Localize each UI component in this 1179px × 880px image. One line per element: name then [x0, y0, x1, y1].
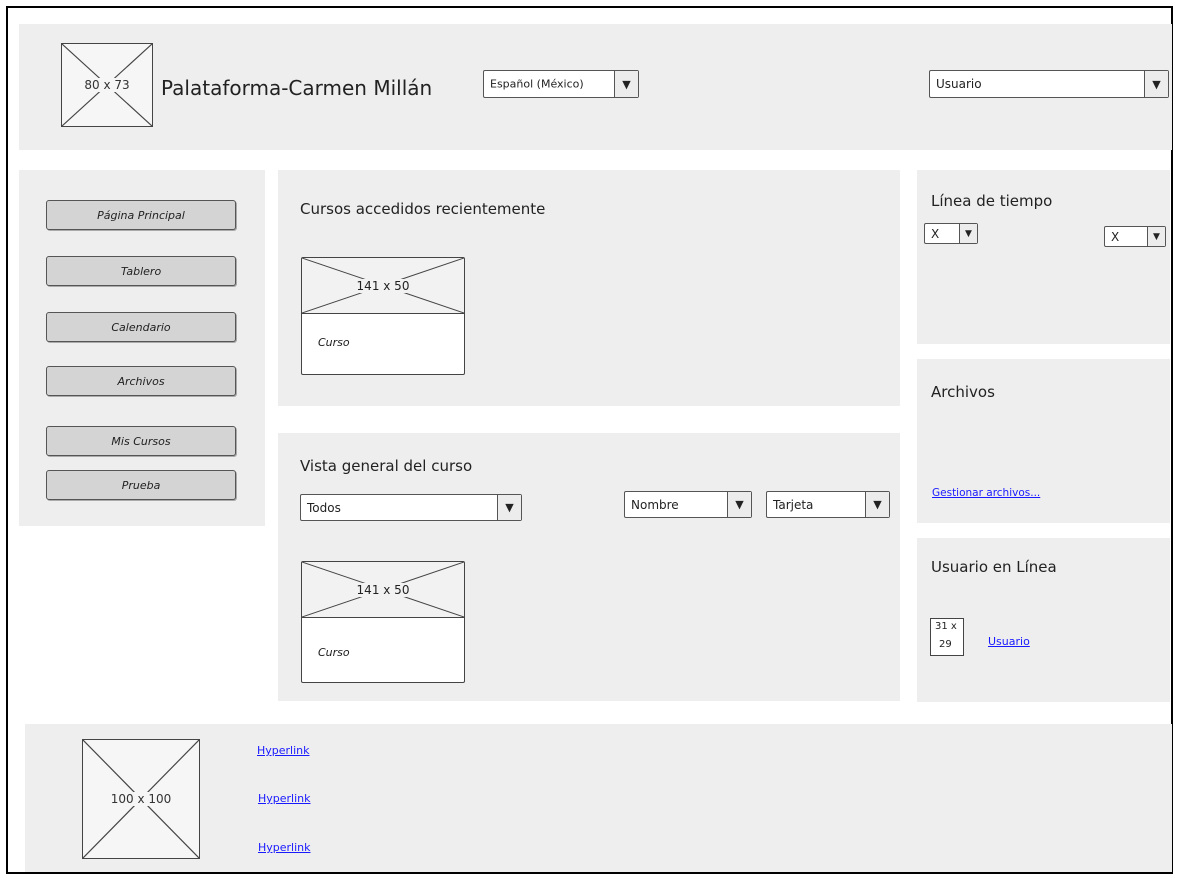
- avatar-size-label-line1: 31 x: [935, 621, 957, 632]
- footer-logo-size-label: 100 x 100: [108, 792, 174, 806]
- course-image-placeholder: 141 x 50: [302, 562, 464, 618]
- sidebar-item-my-courses[interactable]: Mis Cursos: [46, 426, 236, 456]
- recent-courses-panel: Cursos accedidos recientemente 141 x 50 …: [278, 170, 900, 406]
- chevron-down-icon: ▼: [1144, 71, 1168, 97]
- chevron-down-icon: ▼: [727, 492, 751, 517]
- footer-bar: 100 x 100 Hyperlink Hyperlink Hyperlink: [25, 724, 1172, 872]
- course-overview-heading: Vista general del curso: [300, 457, 473, 475]
- online-user-link[interactable]: Usuario: [988, 635, 1030, 648]
- header-bar: 80 x 73 Palataforma-Carmen Millán Españo…: [19, 24, 1172, 150]
- chevron-down-icon: ▼: [959, 224, 977, 243]
- course-card[interactable]: 141 x 50 Curso: [301, 257, 465, 375]
- manage-files-link[interactable]: Gestionar archivos...: [932, 487, 1040, 499]
- language-select[interactable]: Español (México) ▼: [483, 70, 639, 98]
- recent-courses-heading: Cursos accedidos recientemente: [300, 200, 546, 218]
- timeline-range-value: X: [931, 226, 940, 241]
- course-view-value: Tarjeta: [773, 497, 814, 512]
- timeline-sort-value: X: [1111, 229, 1120, 244]
- course-image-size-label: 141 x 50: [354, 278, 412, 293]
- language-select-value: Español (México): [490, 77, 584, 91]
- timeline-range-select[interactable]: X ▼: [924, 223, 978, 244]
- sidebar-item-files[interactable]: Archivos: [46, 366, 236, 396]
- site-title: Palataforma-Carmen Millán: [161, 76, 433, 100]
- course-card-title: Curso: [318, 646, 350, 659]
- course-card[interactable]: 141 x 50 Curso: [301, 561, 465, 683]
- course-image-size-label: 141 x 50: [354, 582, 412, 597]
- sidebar: Página Principal Tablero Calendario Arch…: [19, 170, 265, 526]
- timeline-sort-select[interactable]: X ▼: [1104, 226, 1166, 247]
- sidebar-item-test[interactable]: Prueba: [46, 470, 236, 500]
- files-panel: Archivos Gestionar archivos...: [917, 359, 1170, 523]
- chevron-down-icon: ▼: [614, 71, 638, 97]
- online-users-panel: Usuario en Línea 31 x 29 Usuario: [917, 538, 1170, 702]
- course-view-select[interactable]: Tarjeta ▼: [766, 491, 890, 518]
- sidebar-item-calendar[interactable]: Calendario: [46, 312, 236, 342]
- footer-link-2[interactable]: Hyperlink: [258, 792, 311, 805]
- user-select-value: Usuario: [936, 77, 982, 91]
- user-avatar-placeholder: 31 x 29: [930, 618, 964, 656]
- files-heading: Archivos: [931, 383, 995, 401]
- logo-placeholder: 80 x 73: [61, 43, 153, 127]
- avatar-size-label-line2: 29: [939, 639, 952, 650]
- sidebar-item-home[interactable]: Página Principal: [46, 200, 236, 230]
- online-users-heading: Usuario en Línea: [931, 558, 1057, 576]
- footer-logo-placeholder: 100 x 100: [82, 739, 200, 859]
- user-select[interactable]: Usuario ▼: [929, 70, 1169, 98]
- course-overview-panel: Vista general del curso Todos ▼ Nombre ▼…: [278, 433, 900, 701]
- chevron-down-icon: ▼: [497, 495, 521, 520]
- logo-size-label: 80 x 73: [82, 78, 132, 92]
- course-sort-value: Nombre: [631, 497, 679, 512]
- course-filter-select[interactable]: Todos ▼: [300, 494, 522, 521]
- chevron-down-icon: ▼: [1147, 227, 1165, 246]
- course-filter-value: Todos: [307, 500, 341, 515]
- course-sort-select[interactable]: Nombre ▼: [624, 491, 752, 518]
- course-image-placeholder: 141 x 50: [302, 258, 464, 314]
- chevron-down-icon: ▼: [865, 492, 889, 517]
- course-card-title: Curso: [318, 336, 350, 349]
- timeline-heading: Línea de tiempo: [931, 192, 1053, 210]
- timeline-panel: Línea de tiempo X ▼ X ▼: [917, 170, 1170, 344]
- footer-link-1[interactable]: Hyperlink: [257, 744, 310, 757]
- sidebar-item-dashboard[interactable]: Tablero: [46, 256, 236, 286]
- footer-link-3[interactable]: Hyperlink: [258, 841, 311, 854]
